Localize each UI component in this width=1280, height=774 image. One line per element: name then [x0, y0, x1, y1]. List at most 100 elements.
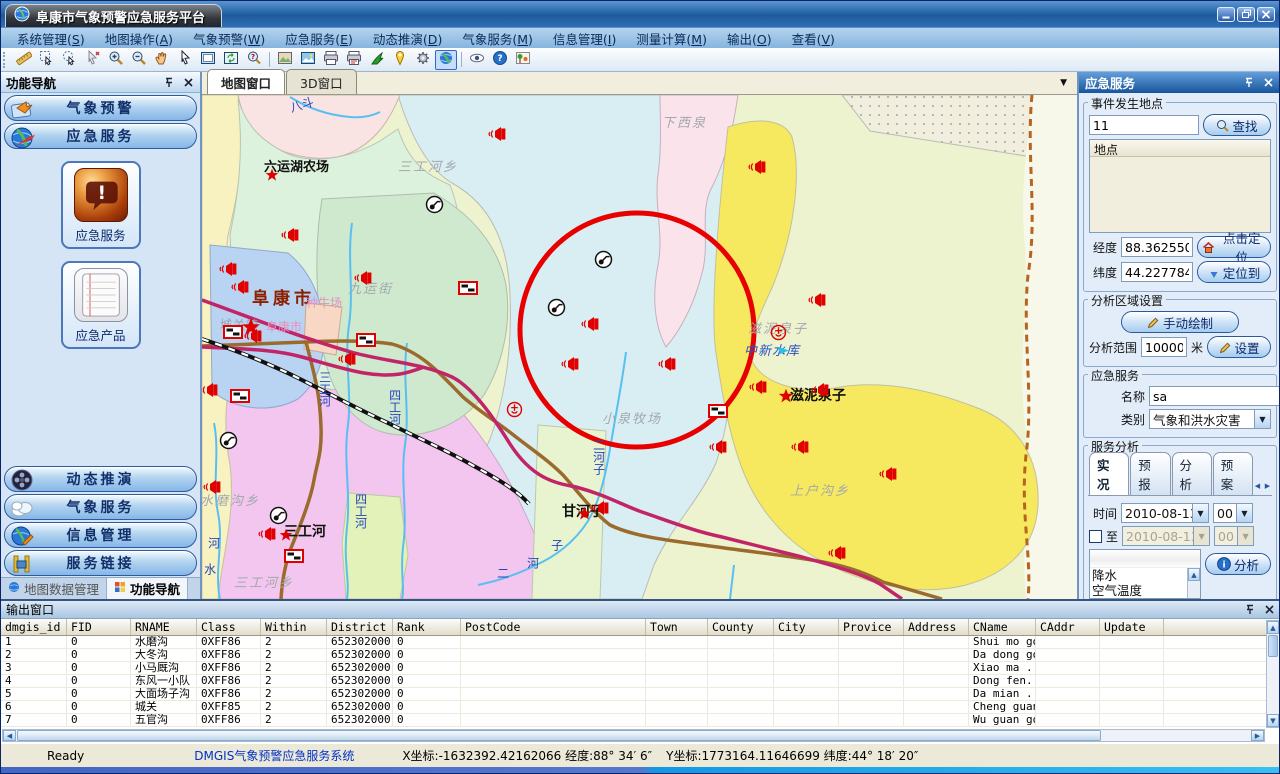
column-header-Update[interactable]: Update — [1100, 619, 1164, 635]
scroll-up-icon[interactable]: ▲ — [1188, 568, 1200, 581]
menu-item-3[interactable]: 气象预警(W) — [183, 27, 275, 50]
close-icon[interactable] — [181, 75, 195, 89]
chevron-down-icon[interactable]: ▼ — [1254, 410, 1270, 428]
tool-help-button[interactable]: ? — [489, 50, 511, 70]
manual-draw-button[interactable]: 手动绘制 — [1121, 311, 1239, 333]
tool-print-preview-button[interactable] — [343, 50, 365, 70]
tool-eye-button[interactable] — [466, 50, 488, 70]
close-icon[interactable] — [1261, 76, 1275, 90]
scroll-left-icon[interactable]: ◀ — [3, 730, 16, 741]
output-vertical-scrollbar[interactable]: ▲ ▼ — [1266, 620, 1280, 728]
restore-button[interactable] — [1237, 7, 1255, 22]
nav-section-气象服务[interactable]: 气象服务 — [4, 494, 197, 520]
column-header-PostCode[interactable]: PostCode — [461, 619, 646, 635]
tab-scroll-right-icon[interactable]: ▶ — [1263, 479, 1272, 493]
close-icon[interactable] — [1262, 603, 1276, 617]
tool-refresh-button[interactable] — [220, 50, 242, 70]
menu-item-4[interactable]: 应急服务(E) — [275, 27, 363, 50]
date-select[interactable]: 2010-08-13▼ — [1121, 503, 1209, 523]
tool-placemark-button[interactable] — [389, 50, 411, 70]
menu-item-6[interactable]: 气象服务(M) — [452, 27, 543, 50]
tool-settings-button[interactable] — [412, 50, 434, 70]
latitude-input[interactable] — [1121, 262, 1193, 282]
column-header-Within[interactable]: Within — [261, 619, 327, 635]
set-range-button[interactable]: 设置 — [1207, 336, 1271, 358]
menu-item-8[interactable]: 测量计算(M) — [626, 27, 717, 50]
shortcut-应急产品[interactable]: 应急产品 — [61, 261, 141, 349]
output-horizontal-scrollbar[interactable]: ◀ ▶ — [2, 729, 1265, 742]
menu-item-9[interactable]: 输出(O) — [717, 27, 782, 50]
tab-list-dropdown-icon[interactable]: ▼ — [1060, 78, 1067, 88]
column-header-City[interactable]: City — [774, 619, 839, 635]
table-row[interactable]: 50大面场子沟0XFF8626523020000Da mian ... — [1, 688, 1266, 701]
element-listbox[interactable]: 降水空气温度 ▲ — [1089, 549, 1201, 599]
menu-item-10[interactable]: 查看(V) — [782, 27, 845, 50]
map-tab-3D窗口[interactable]: 3D窗口 — [286, 69, 357, 94]
map-canvas[interactable]: 六运湖农场三工河乡下西泉九运街阜康市城关镇阜康市种牛场滋泥泉子滋泥泉子中新水库小… — [202, 95, 1077, 599]
tool-scene-button[interactable] — [512, 50, 534, 70]
tool-measure-button[interactable] — [13, 50, 35, 70]
service-type-select[interactable]: 气象和洪水灾害 ▼ — [1149, 409, 1271, 429]
scroll-right-icon[interactable]: ▶ — [1251, 730, 1264, 741]
element-list-item[interactable]: 空气温度 — [1090, 583, 1200, 598]
analysis-tab-预案[interactable]: 预案 — [1213, 452, 1253, 495]
table-row[interactable]: 60城关0XFF8526523020000Cheng guan — [1, 701, 1266, 714]
table-row[interactable]: 30小马厩沟0XFF8626523020000Xiao ma ... — [1, 662, 1266, 675]
table-row[interactable]: 40东风一小队0XFF8626523020000Dong fen... — [1, 675, 1266, 688]
column-header-County[interactable]: County — [708, 619, 774, 635]
hour-select[interactable]: 00▼ — [1213, 503, 1253, 523]
scrollbar-thumb[interactable] — [17, 730, 1101, 741]
table-row[interactable]: 70五官沟0XFF8626523020000Wu guan gou — [1, 714, 1266, 727]
tool-lasso-select-button[interactable] — [59, 50, 81, 70]
pin-icon[interactable] — [1243, 603, 1257, 617]
analyze-button[interactable]: i 分析 — [1205, 553, 1271, 575]
nav-section-气象预警[interactable]: 气象预警 — [4, 95, 197, 121]
nav-tab-功能导航[interactable]: 功能导航 — [107, 578, 188, 599]
tool-pointer-button[interactable] — [174, 50, 196, 70]
element-list-item[interactable]: 降水 — [1090, 568, 1200, 583]
scroll-up-icon[interactable]: ▲ — [1267, 621, 1279, 634]
column-header-Class[interactable]: Class — [197, 619, 261, 635]
tool-zoom-in-button[interactable] — [105, 50, 127, 70]
menu-item-1[interactable]: 系统管理(S) — [7, 27, 95, 50]
listbox-scrollbar[interactable]: ▲ — [1187, 568, 1200, 598]
analysis-tab-分析[interactable]: 分析 — [1172, 452, 1212, 495]
column-header-CName[interactable]: CName — [969, 619, 1036, 635]
column-header-dmgis_id[interactable]: dmgis_id — [1, 619, 67, 635]
tool-export-image-button[interactable] — [297, 50, 319, 70]
column-header-Address[interactable]: Address — [904, 619, 969, 635]
analysis-range-input[interactable] — [1141, 337, 1187, 357]
pin-icon[interactable] — [162, 75, 176, 89]
menu-item-7[interactable]: 信息管理(I) — [543, 27, 626, 50]
tool-full-extent-button[interactable] — [197, 50, 219, 70]
minimize-button[interactable] — [1217, 7, 1235, 22]
tab-scroll-left-icon[interactable]: ◀ — [1253, 479, 1262, 493]
scroll-down-icon[interactable]: ▼ — [1267, 714, 1279, 727]
map-tab-地图窗口[interactable]: 地图窗口 — [207, 69, 285, 94]
close-button[interactable] — [1257, 7, 1275, 22]
longitude-input[interactable] — [1121, 237, 1193, 257]
location-keyword-input[interactable] — [1089, 115, 1199, 135]
tool-deselect-button[interactable] — [82, 50, 104, 70]
pin-icon[interactable] — [1242, 76, 1256, 90]
tool-export-map-button[interactable] — [274, 50, 296, 70]
table-row[interactable]: 20大冬沟0XFF8626523020000Da dong gou — [1, 649, 1266, 662]
tool-pick-arrow-button[interactable] — [366, 50, 388, 70]
tool-print-button[interactable] — [320, 50, 342, 70]
nav-tab-地图数据管理[interactable]: 地图数据管理 — [1, 578, 107, 599]
column-header-Rank[interactable]: Rank — [393, 619, 461, 635]
tool-globe-3d-button[interactable] — [435, 50, 457, 70]
nav-section-服务链接[interactable]: 服务链接 — [4, 550, 197, 576]
click-locate-button[interactable]: 点击定位 — [1197, 236, 1271, 258]
nav-section-信息管理[interactable]: 信息管理 — [4, 522, 197, 548]
column-header-Provice[interactable]: Provice — [839, 619, 904, 635]
menu-item-2[interactable]: 地图操作(A) — [95, 27, 183, 50]
search-button[interactable]: 查找 — [1203, 114, 1271, 136]
column-header-District[interactable]: District — [327, 619, 393, 635]
shortcut-应急服务[interactable]: !应急服务 — [61, 161, 141, 249]
analysis-tab-实况[interactable]: 实况 — [1089, 452, 1129, 495]
tool-identify-button[interactable]: ? — [243, 50, 265, 70]
menu-item-5[interactable]: 动态推演(D) — [363, 27, 452, 50]
chevron-down-icon[interactable]: ▼ — [1192, 504, 1208, 522]
tool-pan-button[interactable] — [151, 50, 173, 70]
